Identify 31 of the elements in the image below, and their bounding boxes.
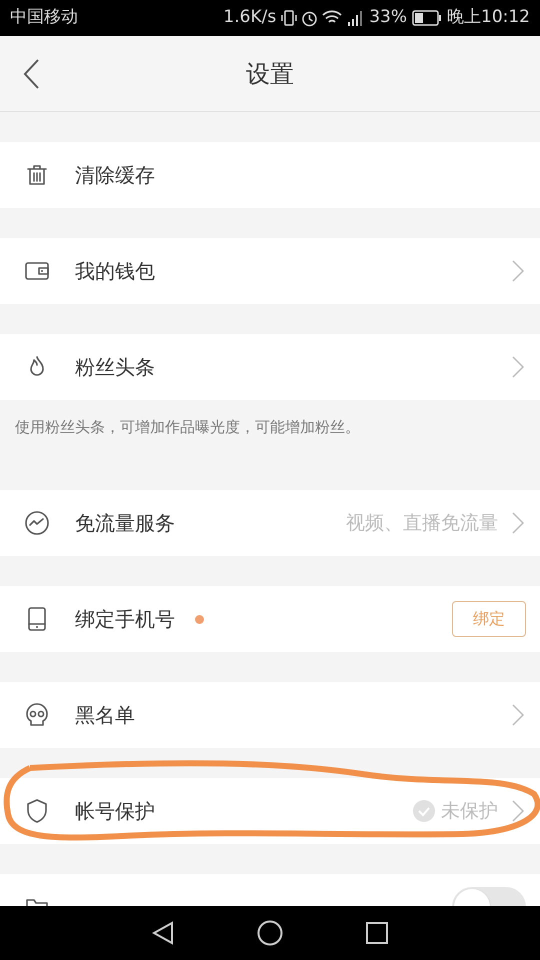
row-value: 视频、直播免流量 xyxy=(346,510,498,536)
carrier-name: 中国移动 xyxy=(10,6,78,30)
back-nav-button[interactable] xyxy=(152,921,174,945)
row-label: 绑定手机号 xyxy=(75,606,175,633)
battery-icon xyxy=(412,10,442,26)
vibrate-icon xyxy=(281,9,298,27)
network-speed: 1.6K/s xyxy=(223,6,276,30)
row-label: 黑名单 xyxy=(75,702,135,729)
settings-row[interactable]: 黑名单 xyxy=(0,682,540,748)
settings-row[interactable]: 粉丝头条 xyxy=(0,334,540,400)
home-nav-button[interactable] xyxy=(256,920,283,946)
settings-row[interactable]: 免流量服务 视频、直播免流量 xyxy=(0,490,540,556)
row-label: 粉丝头条 xyxy=(75,354,155,381)
signal-icon xyxy=(346,9,364,27)
row-label: 清除缓存 xyxy=(75,162,155,189)
settings-row[interactable]: 清除缓存 xyxy=(0,142,540,208)
skull-icon xyxy=(24,702,50,728)
row-label: 免流量服务 xyxy=(75,510,175,537)
chart-circle-icon xyxy=(24,510,50,536)
row-label: 帐号保护 xyxy=(75,798,155,825)
page-title: 设置 xyxy=(246,58,294,90)
battery-percent: 33% xyxy=(369,6,407,30)
alarm-icon xyxy=(301,10,318,26)
hint-text: 使用粉丝头条，可增加作品曝光度，可能增加粉丝。 xyxy=(15,417,360,438)
settings-row[interactable]: 绑定手机号 绑定 xyxy=(0,586,540,652)
shield-icon xyxy=(24,798,50,824)
settings-row[interactable]: 我的钱包 xyxy=(0,238,540,304)
row-value: 未保护 xyxy=(441,798,498,824)
clock-time: 晚上10:12 xyxy=(447,6,530,30)
recents-nav-button[interactable] xyxy=(366,922,388,944)
row-label: 我的钱包 xyxy=(75,258,155,285)
